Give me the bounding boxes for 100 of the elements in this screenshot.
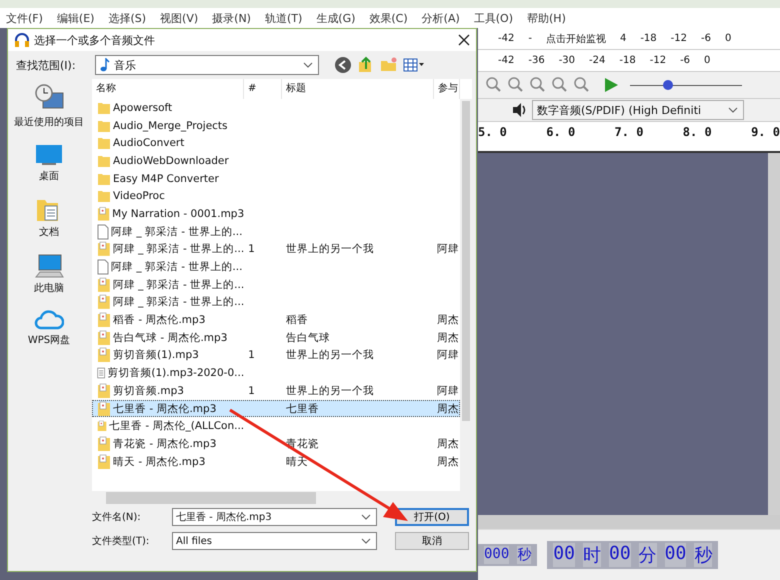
audio-file-icon — [97, 241, 111, 258]
file-row[interactable]: 告白气球 - 周杰伦.mp3 告白气球 周杰 — [92, 328, 460, 347]
column-header[interactable]: # — [244, 79, 282, 99]
artist-name: 阿肆 — [437, 242, 459, 256]
play-icon[interactable] — [602, 76, 620, 94]
meter-label: 点击开始监视 — [546, 32, 606, 46]
places-item[interactable]: 桌面 — [34, 143, 64, 183]
file-row[interactable]: 七里香 - 周杰伦_(ALLCon... — [92, 417, 460, 436]
song-title: 告白气球 — [286, 330, 330, 345]
file-type-dropdown[interactable]: All files — [172, 532, 377, 550]
meter-label: -6 — [701, 33, 711, 44]
menu-item[interactable]: 摄录(N) — [212, 10, 251, 26]
timeline-ruler[interactable]: 5. 0 6. 0 7. 0 8. 0 9. 0 — [478, 122, 780, 153]
folder-icon — [97, 189, 111, 204]
back-icon[interactable] — [334, 56, 352, 74]
menu-item[interactable]: 视图(V) — [160, 10, 198, 26]
places-item[interactable]: 文档 — [36, 197, 62, 239]
magnifier-icon[interactable] — [528, 76, 546, 94]
desktop-icon — [34, 143, 64, 167]
audio-file-icon — [97, 330, 111, 346]
magnifier-icon[interactable] — [550, 76, 568, 94]
menu-item[interactable]: 编辑(E) — [56, 10, 94, 26]
music-note-icon — [100, 58, 110, 72]
selection-time-field[interactable]: 000 秒 — [478, 544, 538, 566]
column-header[interactable]: 名称 — [92, 79, 244, 99]
file-name: Audio_Merge_Projects — [113, 120, 228, 132]
file-row[interactable]: Apowersoft — [92, 99, 460, 117]
file-row[interactable]: Easy M4P Converter — [92, 170, 460, 188]
artist-name: 周杰 — [437, 313, 459, 328]
headphones-icon — [14, 32, 30, 48]
file-row[interactable]: AudioWebDownloader — [92, 152, 460, 170]
song-title: 稻香 — [286, 313, 308, 328]
playback-speed-slider[interactable] — [630, 78, 742, 92]
artist-name: 周杰 — [437, 402, 459, 416]
magnifier-icon[interactable] — [572, 76, 590, 94]
meter-label: 0 — [704, 55, 710, 66]
column-header[interactable]: 参与 — [434, 79, 460, 99]
file-row[interactable]: 阿肆 _ 郭采洁 - 世界上的... 1 世界上的另一个我 阿肆 — [92, 240, 460, 258]
look-in-label: 查找范围(I): — [16, 58, 77, 72]
menu-item[interactable]: 效果(C) — [369, 10, 408, 26]
artist-name: 周杰 — [437, 454, 459, 469]
song-title: 七里香 — [286, 402, 319, 416]
meter-scale[interactable]: -42 -36 -30 -24 -18 -12 -6 0 — [478, 50, 780, 72]
file-row[interactable]: 稻香 - 周杰伦.mp3 稻香 周杰 — [92, 311, 460, 329]
file-row[interactable]: 阿肆 _ 郭采洁 - 世界上的... — [92, 222, 460, 240]
close-icon[interactable] — [458, 34, 470, 46]
places-label: WPS网盘 — [28, 334, 70, 347]
file-row[interactable]: 七里香 - 周杰伦.mp3 七里香 周杰 — [92, 400, 460, 418]
file-row[interactable]: 阿肆 _ 郭采洁 - 世界上的... — [92, 258, 460, 276]
zoom-out-icon[interactable] — [506, 76, 524, 94]
view-menu-icon[interactable] — [403, 57, 425, 73]
look-in-dropdown[interactable]: 音乐 — [95, 55, 319, 75]
zoom-in-icon[interactable] — [484, 76, 502, 94]
file-name: My Narration - 0001.mp3 — [112, 208, 244, 220]
file-row[interactable]: 阿肆 _ 郭采洁 - 世界上的... — [92, 276, 460, 294]
menu-item[interactable]: 轨道(T) — [264, 10, 302, 26]
column-header[interactable]: 标题 — [282, 79, 434, 99]
output-device-dropdown[interactable]: 数字音频(S/PDIF) (High Definiti — [532, 100, 744, 120]
menu-item[interactable]: 选择(S) — [108, 10, 146, 26]
file-name: AudioConvert — [113, 137, 184, 150]
audio-file-icon — [97, 382, 111, 399]
file-row[interactable]: My Narration - 0001.mp3 — [92, 205, 460, 223]
meter-label: -6 — [680, 55, 690, 66]
horizontal-scrollbar[interactable] — [478, 515, 780, 529]
file-row[interactable]: Audio_Merge_Projects — [92, 116, 460, 134]
list-vertical-scrollbar[interactable] — [460, 99, 472, 491]
file-row[interactable]: VideoProc — [92, 187, 460, 206]
empty-track-area[interactable] — [478, 153, 768, 515]
places-item[interactable]: WPS网盘 — [28, 309, 70, 347]
places-item[interactable]: 最近使用的项目 — [14, 83, 84, 129]
audio-file-icon — [97, 454, 111, 470]
audio-file-icon — [97, 312, 111, 328]
menu-item[interactable]: 文件(F) — [6, 10, 43, 26]
menu-item[interactable]: 生成(G) — [316, 10, 356, 26]
file-name-field[interactable]: 七里香 - 周杰伦.mp3 — [172, 508, 377, 526]
file-row[interactable]: AudioConvert — [92, 134, 460, 152]
ruler-label: 6. 0 — [546, 125, 576, 139]
cancel-button[interactable]: 取消 — [395, 532, 469, 550]
audio-file-icon — [97, 206, 110, 222]
file-row[interactable]: 晴天 - 周杰伦.mp3 晴天 周杰 — [92, 452, 460, 470]
menu-item[interactable]: 分析(A) — [422, 10, 460, 26]
audio-position-field[interactable]: 00 时 00 分 00 秒 — [547, 541, 718, 569]
slider-thumb[interactable] — [663, 80, 674, 90]
file-name: 阿肆 _ 郭采洁 - 世界上的... — [112, 278, 244, 292]
file-row[interactable]: 剪切音频(1).mp3 1 世界上的另一个我 阿肆 — [92, 346, 460, 364]
audio-file-icon — [97, 276, 111, 293]
meter-scale[interactable]: -42 - 点击开始监视 4 -18 -12 -6 0 — [478, 28, 780, 50]
menu-item[interactable]: 帮助(H) — [527, 10, 566, 26]
menu-item[interactable]: 工具(O) — [474, 10, 514, 26]
file-row[interactable]: 剪切音频.mp3 1 世界上的另一个我 阿肆 — [92, 382, 460, 400]
file-row[interactable]: 剪切音频(1).mp3-2020-0... — [92, 364, 460, 382]
new-folder-icon[interactable] — [380, 56, 398, 74]
vertical-scrollbar[interactable] — [768, 153, 780, 515]
folder-icon — [97, 136, 111, 150]
file-row[interactable]: 阿肆 _ 郭采洁 - 世界上的... — [92, 294, 460, 312]
audio-file-icon — [97, 347, 111, 364]
open-button[interactable]: 打开(O) — [395, 508, 469, 526]
chevron-down-icon — [361, 538, 371, 544]
places-item[interactable]: 此电脑 — [34, 253, 64, 295]
song-title: 世界上的另一个我 — [286, 348, 374, 362]
